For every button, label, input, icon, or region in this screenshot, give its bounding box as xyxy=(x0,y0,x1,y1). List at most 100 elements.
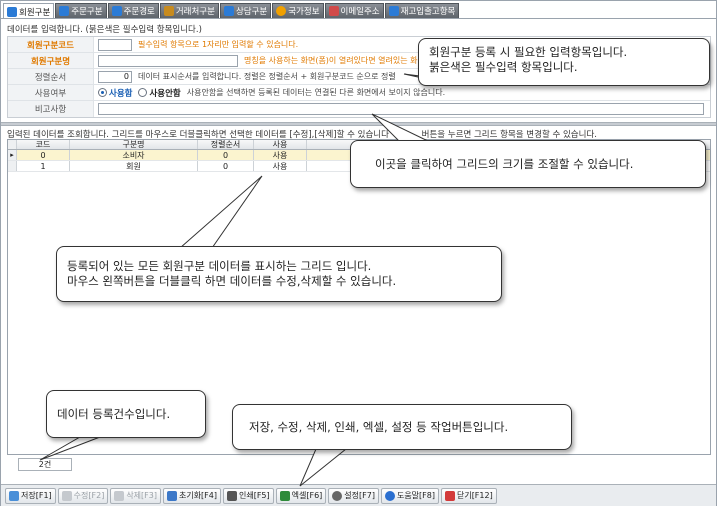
cell-use: 사용 xyxy=(254,150,307,160)
reset-icon xyxy=(166,490,177,501)
tab-label: 주문구분 xyxy=(71,7,103,17)
row-indicator-arrow-icon: ▸ xyxy=(8,150,17,160)
cell-code: 1 xyxy=(17,161,70,171)
save-icon xyxy=(9,490,19,501)
form-callout-line1: 회원구분 등록 시 필요한 입력항목입니다. xyxy=(429,45,628,59)
member-icon xyxy=(7,6,17,17)
grid-splitter[interactable] xyxy=(1,122,716,126)
tab-label: 거래처구분 xyxy=(175,7,215,17)
cell-name: 회원 xyxy=(70,161,198,171)
sort-input[interactable]: 0 xyxy=(98,70,132,83)
close-icon xyxy=(444,490,455,501)
name-value-cell: 명칭을 사용하는 화면(폼)이 열려있다면 열려있는 화면을 닫 xyxy=(94,53,442,68)
close-button[interactable]: 닫기[F12] xyxy=(440,487,497,504)
form-row-use: 사용여부 사용함 사용안함 사용안함을 선택하면 등록된 데이터는 연결된 다른… xyxy=(8,85,710,101)
grid-header-indicator xyxy=(8,140,17,149)
form-callout: 회원구분 등록 시 필요한 입력항목입니다. 붉은색은 필수입력 항목입니다. xyxy=(418,38,710,86)
sort-note: 데이터 표시순서를 입력합니다. 정렬은 정렬순서 + 회원구분코드 순으로 정… xyxy=(138,72,396,81)
consult-icon xyxy=(223,6,234,16)
cell-code: 0 xyxy=(17,150,70,160)
name-label: 회원구분명 xyxy=(8,53,94,68)
name-note: 명칭을 사용하는 화면(폼)이 열려있다면 열려있는 화면을 닫 xyxy=(244,56,443,65)
count-callout-text: 데이터 등록건수입니다. xyxy=(57,406,171,421)
column-header-sort[interactable]: 정렬순서 xyxy=(198,140,254,149)
tab-stock-items[interactable]: 재고입출고항목 xyxy=(384,3,460,18)
toolbar-callout: 저장, 수정, 삭제, 인쇄, 엑셀, 설정 등 작업버튼입니다. xyxy=(232,404,572,450)
tab-client-type[interactable]: 거래처구분 xyxy=(159,3,219,18)
save-button[interactable]: 저장[F1] xyxy=(5,487,56,504)
mail-icon xyxy=(328,6,339,16)
use-on-label: 사용함 xyxy=(109,88,133,99)
memo-input[interactable] xyxy=(98,103,704,115)
action-toolbar: 저장[F1] 수정[F2] 삭제[F3] 초기화[F4] 인쇄[F5] 엑셀[F… xyxy=(1,484,716,506)
memo-label: 비고사항 xyxy=(8,101,94,117)
tab-bar: 회원구분 주문구분 주문경로 거래처구분 상담구분 국가정보 이메일주소 재고입… xyxy=(3,3,460,19)
settings-button[interactable]: 설정[F7] xyxy=(328,487,379,504)
splitter-callout: 이곳을 클릭하여 그리드의 크기를 조절할 수 있습니다. xyxy=(350,140,706,188)
tab-order-route[interactable]: 주문경로 xyxy=(107,3,159,18)
cell-use: 사용 xyxy=(254,161,307,171)
sort-label: 정렬순서 xyxy=(8,69,94,84)
delete-icon xyxy=(114,490,125,501)
row-indicator xyxy=(8,161,17,171)
radio-checked-icon xyxy=(98,88,107,97)
tab-country-info[interactable]: 국가정보 xyxy=(272,3,324,18)
form-row-memo: 비고사항 xyxy=(8,101,710,117)
edit-button[interactable]: 수정[F2] xyxy=(57,487,109,504)
code-note: 필수입력 항목으로 1자리만 입력할 수 있습니다. xyxy=(138,40,299,49)
use-value-cell: 사용함 사용안함 사용안함을 선택하면 등록된 데이터는 연결된 다른 화면에서… xyxy=(94,85,445,100)
tab-label: 재고입출고항목 xyxy=(400,7,456,17)
tab-order-type[interactable]: 주문구분 xyxy=(55,3,107,18)
count-callout: 데이터 등록건수입니다. xyxy=(46,390,206,438)
print-icon xyxy=(226,490,237,501)
tab-label: 국가정보 xyxy=(288,7,320,17)
grid-callout: 등록되어 있는 모든 회원구분 데이터를 표시하는 그리드 입니다. 마우스 왼… xyxy=(56,246,502,302)
form-hint: 데이터를 입력합니다. (붉은색은 필수입력 항목입니다.) xyxy=(7,25,202,35)
cell-name: 소비자 xyxy=(70,150,198,160)
sun-icon xyxy=(276,6,287,16)
client-icon xyxy=(163,6,174,16)
help-label: 도움말[F8] xyxy=(396,491,435,500)
help-button[interactable]: 도움말[F8] xyxy=(380,487,439,504)
use-off-label: 사용안함 xyxy=(149,88,181,99)
settings-label: 설정[F7] xyxy=(344,491,375,500)
splitter-callout-text: 이곳을 클릭하여 그리드의 크기를 조절할 수 있습니다. xyxy=(375,156,634,171)
record-count: 2건 xyxy=(18,458,72,471)
tab-divider xyxy=(1,18,716,19)
memo-value-cell xyxy=(94,101,704,117)
stock-icon xyxy=(388,6,399,16)
form-callout-line2: 붉은색은 필수입력 항목입니다. xyxy=(429,60,578,74)
column-header-code[interactable]: 코드 xyxy=(17,140,70,149)
excel-icon xyxy=(279,490,290,501)
cell-sort: 0 xyxy=(198,150,254,160)
gear-icon xyxy=(332,490,343,501)
name-input[interactable] xyxy=(98,54,238,67)
tab-label: 주문경로 xyxy=(123,7,155,17)
save-label: 저장[F1] xyxy=(21,491,52,500)
excel-button[interactable]: 엑셀[F6] xyxy=(275,487,327,504)
use-on-radio[interactable]: 사용함 xyxy=(98,87,132,99)
tab-consult-type[interactable]: 상담구분 xyxy=(219,3,272,18)
reset-button[interactable]: 초기화[F4] xyxy=(162,487,221,504)
tab-label: 회원구분 xyxy=(19,7,51,18)
print-label: 인쇄[F5] xyxy=(238,491,270,500)
sort-value-cell: 0 데이터 표시순서를 입력합니다. 정렬은 정렬순서 + 회원구분코드 순으로… xyxy=(94,69,396,84)
radio-unchecked-icon xyxy=(138,88,148,97)
delete-label: 삭제[F3] xyxy=(126,491,157,500)
cell-sort: 0 xyxy=(198,161,254,171)
tab-email-address[interactable]: 이메일주소 xyxy=(324,3,384,18)
grid-callout-line1: 등록되어 있는 모든 회원구분 데이터를 표시하는 그리드 입니다. xyxy=(67,259,372,273)
tab-label: 이메일주소 xyxy=(340,7,380,17)
column-header-name[interactable]: 구분명 xyxy=(70,140,198,149)
use-off-radio[interactable]: 사용안함 xyxy=(138,87,181,99)
print-button[interactable]: 인쇄[F5] xyxy=(222,487,274,504)
column-header-use[interactable]: 사용 xyxy=(254,140,307,149)
delete-button[interactable]: 삭제[F3] xyxy=(110,487,161,504)
code-value-cell: 필수입력 항목으로 1자리만 입력할 수 있습니다. xyxy=(94,37,298,52)
tab-member-type[interactable]: 회원구분 xyxy=(3,3,55,19)
help-icon xyxy=(384,490,395,501)
use-note: 사용안함을 선택하면 등록된 데이터는 연결된 다른 화면에서 보이지 않습니다… xyxy=(186,88,446,97)
code-input[interactable] xyxy=(98,38,132,51)
edit-icon xyxy=(61,490,72,501)
excel-label: 엑셀[F6] xyxy=(291,491,323,500)
